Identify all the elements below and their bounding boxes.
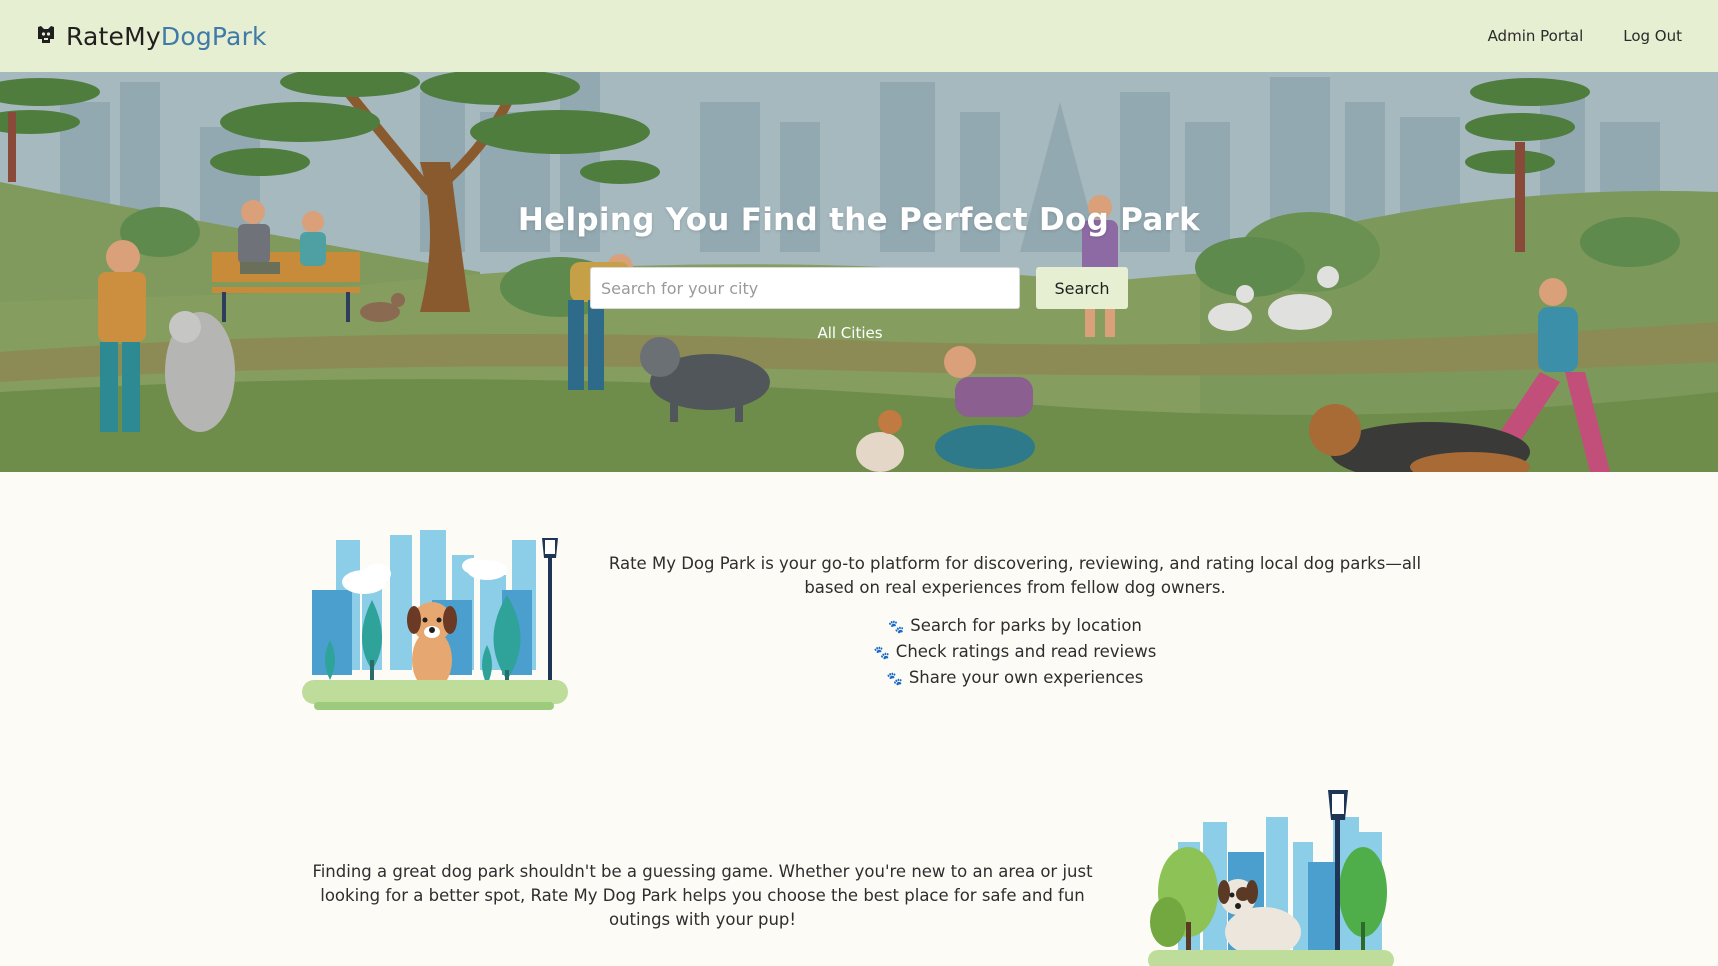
dog-in-park-illustration	[302, 530, 568, 710]
log-out-link[interactable]: Log Out	[1623, 27, 1682, 45]
admin-portal-link[interactable]: Admin Portal	[1488, 27, 1584, 45]
feature-item: 🐾 Check ratings and read reviews	[600, 640, 1430, 666]
finding-text: Finding a great dog park shouldn't be a …	[312, 862, 1093, 929]
hero-title: Helping You Find the Perfect Dog Park	[517, 202, 1201, 238]
brand-name-part2: DogPark	[160, 21, 267, 51]
navbar: RateMyDogPark Admin Portal Log Out	[0, 0, 1718, 72]
all-cities-link[interactable]: All Cities	[0, 324, 1700, 342]
feature-text: Search for parks by location	[910, 616, 1142, 635]
feature-text: Check ratings and read reviews	[895, 642, 1157, 661]
nav-links: Admin Portal Log Out	[1488, 27, 1682, 45]
search-button[interactable]: Search	[1036, 267, 1128, 309]
dog-park-illustration-2	[1148, 790, 1394, 966]
feature-list: 🐾 Search for parks by location 🐾 Check rat…	[600, 614, 1430, 692]
hero-banner: Helping You Find the Perfect Dog Park Se…	[0, 72, 1718, 472]
city-search-input[interactable]	[590, 267, 1020, 309]
paw-icon: 🐾	[886, 672, 903, 687]
feature-item: 🐾 Search for parks by location	[600, 614, 1430, 640]
paw-icon: 🐾	[888, 620, 905, 635]
search-bar: Search	[590, 267, 1128, 309]
dog-head-icon	[38, 26, 54, 43]
feature-item: 🐾 Share your own experiences	[600, 666, 1430, 692]
about-section: Rate My Dog Park is your go-to platform …	[600, 552, 1430, 692]
brand-name-part1: RateMy	[66, 21, 161, 51]
feature-text: Share your own experiences	[908, 668, 1144, 687]
brand-logo[interactable]: RateMyDogPark	[36, 22, 267, 51]
about-intro: Rate My Dog Park is your go-to platform …	[608, 554, 1422, 597]
brand-name: RateMyDogPark	[66, 22, 267, 51]
paw-icon: 🐾	[873, 646, 890, 661]
